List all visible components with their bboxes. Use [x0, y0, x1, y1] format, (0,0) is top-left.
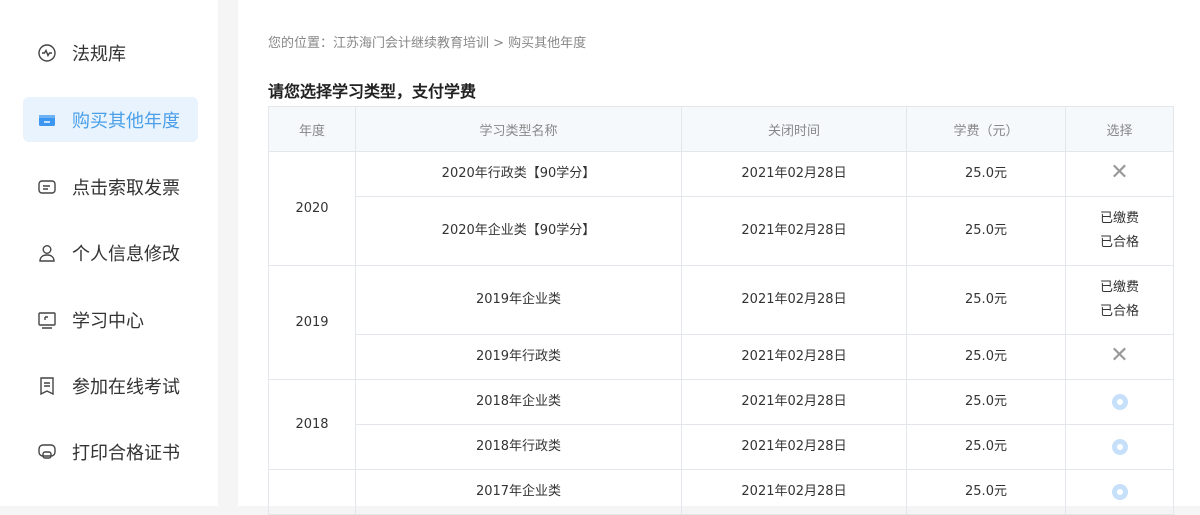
sidebar-item-label: 购买其他年度 [72, 110, 180, 132]
unavailable-x-icon: ✕ [1110, 342, 1129, 368]
sidebar-item[interactable]: 学习中心 [23, 297, 198, 342]
select-cell: ✕ [1065, 334, 1174, 380]
year-cell: 2018 [268, 379, 356, 470]
sidebar-item[interactable]: 点击索取发票 [23, 164, 198, 209]
sidebar-item-label: 参加在线考试 [72, 376, 180, 398]
header-close-time: 关闭时间 [681, 106, 907, 152]
type-name-cell: 2017年企业类 [355, 469, 682, 515]
select-radio[interactable] [1111, 438, 1128, 455]
type-name-cell: 2018年企业类 [355, 379, 682, 425]
pulse-icon [37, 43, 57, 63]
year-cell [268, 469, 356, 515]
header-name: 学习类型名称 [355, 106, 682, 152]
fee-cell: 25.0元 [906, 196, 1066, 266]
main-content: 您的位置：江苏海门会计继续教育培训 > 购买其他年度 请您选择学习类型，支付学费… [238, 0, 1200, 515]
type-name-cell: 2019年行政类 [355, 334, 682, 380]
sidebar-item-label: 点击索取发票 [72, 177, 180, 199]
monitor-icon [37, 310, 57, 330]
breadcrumb: 您的位置：江苏海门会计继续教育培训 > 购买其他年度 [268, 32, 586, 51]
select-cell: ✕ [1065, 151, 1174, 197]
year-cell: 2019 [268, 265, 356, 380]
table-row: 2020 2020年行政类【90学分】 2021年02月28日 25.0元 ✕ [268, 151, 1174, 266]
page-title: 请您选择学习类型，支付学费 [268, 82, 477, 101]
sidebar-item[interactable]: 法规库 [23, 30, 198, 75]
sidebar-item-label: 个人信息修改 [72, 243, 180, 265]
sidebar-item-label: 学习中心 [72, 310, 144, 332]
close-time-cell: 2021年02月28日 [681, 379, 907, 425]
header-select: 选择 [1065, 106, 1174, 152]
close-time-cell: 2021年02月28日 [681, 334, 907, 380]
header-year: 年度 [268, 106, 356, 152]
table-row: 2018 2018年企业类 2021年02月28日 25.0元 [268, 379, 1174, 470]
bookmark-icon [37, 376, 57, 396]
table-row: 2017年企业类 2021年02月28日 25.0元 [268, 469, 1174, 515]
type-name-cell: 2020年企业类【90学分】 [355, 196, 682, 266]
paid-status: 已缴费 [1099, 280, 1139, 295]
select-cell [1065, 379, 1174, 425]
select-cell [1065, 469, 1174, 515]
sidebar-item[interactable]: 购买其他年度 [23, 97, 198, 142]
fee-cell: 25.0元 [906, 424, 1066, 470]
select-cell: 已缴费 已合格 [1065, 196, 1174, 266]
table-row: 2018年行政类 2021年02月28日 25.0元 [269, 424, 1174, 470]
table-row: 2020年企业类【90学分】 2021年02月28日 25.0元 已缴费 已合格 [269, 196, 1174, 266]
printer-icon [37, 442, 57, 462]
select-cell [1065, 424, 1174, 470]
sidebar-item-label: 打印合格证书 [72, 442, 180, 464]
wallet-icon [37, 110, 57, 130]
close-time-cell: 2021年02月28日 [681, 469, 907, 515]
table-header: 年度 学习类型名称 关闭时间 学费（元） 选择 [268, 106, 1174, 152]
close-time-cell: 2021年02月28日 [681, 151, 907, 197]
fee-cell: 25.0元 [906, 334, 1066, 380]
select-cell: 已缴费 已合格 [1065, 265, 1174, 335]
select-radio[interactable] [1111, 393, 1128, 410]
table-row: 2019 2019年企业类 2021年02月28日 25.0元 已缴费 已合格 [268, 265, 1174, 380]
select-radio[interactable] [1111, 483, 1128, 500]
sidebar-item-label: 法规库 [72, 43, 126, 65]
type-name-cell: 2018年行政类 [355, 424, 682, 470]
fee-cell: 25.0元 [906, 265, 1066, 335]
sidebar-item[interactable]: 参加在线考试 [23, 363, 198, 408]
course-table: 年度 学习类型名称 关闭时间 学费（元） 选择 2020 2020年行政类【90学… [268, 106, 1174, 515]
fee-cell: 25.0元 [906, 151, 1066, 197]
invoice-icon [37, 177, 57, 197]
close-time-cell: 2021年02月28日 [681, 265, 907, 335]
fee-cell: 25.0元 [906, 469, 1066, 515]
user-icon [37, 243, 57, 263]
table-row: 2019年行政类 2021年02月28日 25.0元 ✕ [269, 334, 1174, 380]
breadcrumb-path[interactable]: 江苏海门会计继续教育培训 > 购买其他年度 [333, 36, 586, 51]
unavailable-x-icon: ✕ [1110, 159, 1129, 185]
sidebar-item[interactable]: 打印合格证书 [23, 429, 198, 474]
paid-status: 已缴费 [1099, 211, 1139, 226]
sidebar-item[interactable]: 个人信息修改 [23, 230, 198, 275]
sidebar: 法规库购买其他年度 点击索取发票 个人信息修改 学习中心参加在线考试 打印合格证书 [0, 0, 218, 506]
header-fee: 学费（元） [906, 106, 1066, 152]
passed-status: 已合格 [1099, 235, 1139, 250]
close-time-cell: 2021年02月28日 [681, 196, 907, 266]
type-name-cell: 2019年企业类 [355, 265, 682, 335]
year-cell: 2020 [268, 151, 356, 266]
fee-cell: 25.0元 [906, 379, 1066, 425]
passed-status: 已合格 [1099, 304, 1139, 319]
type-name-cell: 2020年行政类【90学分】 [355, 151, 682, 197]
close-time-cell: 2021年02月28日 [681, 424, 907, 470]
breadcrumb-prefix: 您的位置： [268, 36, 334, 51]
